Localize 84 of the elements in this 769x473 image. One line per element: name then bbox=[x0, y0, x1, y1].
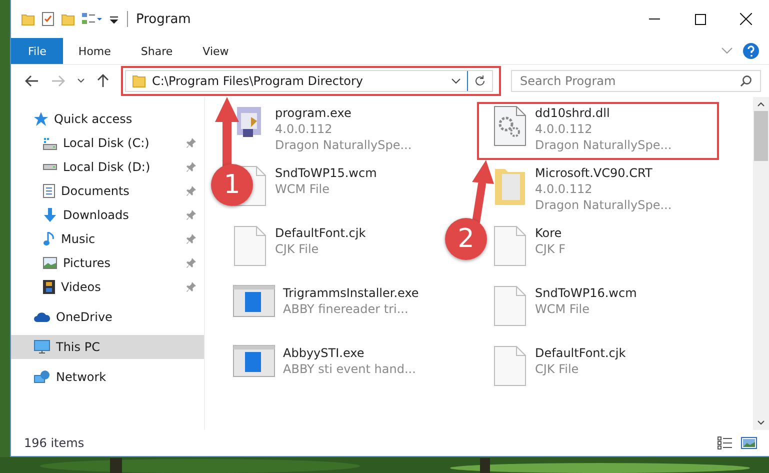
step-badge: 2 bbox=[445, 218, 487, 260]
help-icon[interactable] bbox=[743, 43, 759, 59]
file-detail: CJK File bbox=[535, 361, 580, 377]
details-view-icon[interactable] bbox=[717, 436, 733, 450]
nav-item[interactable]: Pictures bbox=[11, 251, 204, 275]
nav-item[interactable]: This PC bbox=[11, 335, 204, 359]
blank-file-icon bbox=[493, 345, 527, 387]
blank-file-icon bbox=[233, 225, 267, 267]
pictures-icon bbox=[43, 257, 57, 269]
file-name: SndToWP15.wcm bbox=[275, 165, 377, 181]
file-name: dd10shrd.dll bbox=[535, 105, 611, 121]
search-icon bbox=[740, 75, 752, 87]
large-icons-view-icon[interactable] bbox=[741, 436, 757, 450]
nav-item[interactable]: Local Disk (C:) bbox=[11, 131, 204, 155]
cloud-icon bbox=[34, 311, 50, 323]
file-name: program.exe bbox=[275, 105, 352, 121]
file-name: AbbyySTI.exe bbox=[283, 345, 366, 361]
item-count: 196 items bbox=[24, 436, 84, 450]
up-arrow-icon[interactable] bbox=[97, 74, 109, 88]
folder-icon bbox=[132, 74, 146, 88]
nav-item[interactable]: Local Disk (D:) bbox=[11, 155, 204, 179]
monitor-icon bbox=[34, 340, 50, 354]
installer-window-icon bbox=[233, 345, 275, 377]
blank-file-icon bbox=[493, 225, 527, 267]
window-title: Program bbox=[136, 12, 191, 26]
file-name: DefaultFont.cjk bbox=[275, 225, 366, 241]
download-arrow-icon bbox=[43, 208, 57, 222]
file-detail: Dragon NaturallySpe... bbox=[535, 137, 672, 153]
file-detail: 4.0.0.112 bbox=[275, 121, 334, 137]
file-detail: WCM File bbox=[535, 301, 590, 317]
ribbon-tab[interactable]: Share bbox=[126, 38, 188, 64]
file-name: TrigrammsInstaller.exe bbox=[283, 285, 419, 301]
step-badge: 1 bbox=[211, 164, 253, 206]
file-detail: WCM File bbox=[275, 181, 330, 197]
star-icon bbox=[34, 112, 48, 126]
file-name: Kore bbox=[535, 225, 563, 241]
annotation-arrow bbox=[472, 160, 494, 226]
nav-item[interactable]: Network bbox=[11, 365, 204, 389]
file-detail: Dragon NaturallySpe... bbox=[275, 137, 412, 153]
nav-item[interactable]: OneDrive bbox=[11, 305, 204, 329]
refresh-icon[interactable] bbox=[474, 75, 486, 87]
nav-item[interactable]: Videos bbox=[11, 275, 204, 299]
nav-item[interactable]: Documents bbox=[11, 179, 204, 203]
scrollbar[interactable] bbox=[753, 97, 769, 430]
installer-window-icon bbox=[233, 285, 275, 317]
view-icon[interactable] bbox=[81, 12, 103, 26]
file-name: Microsoft.VC90.CRT bbox=[535, 165, 654, 181]
dropdown-caret-icon[interactable] bbox=[77, 78, 85, 84]
ribbon-tab[interactable]: File bbox=[11, 38, 64, 64]
scroll-down-icon[interactable] bbox=[757, 420, 765, 426]
nav-item[interactable]: Quick access bbox=[11, 107, 204, 131]
file-detail: ABBY finereader tri... bbox=[283, 301, 410, 317]
address-bar[interactable]: C:\Program Files\Program Directory bbox=[125, 70, 493, 92]
file-detail: Dragon NaturallySpe... bbox=[535, 197, 672, 213]
minimize-icon[interactable] bbox=[648, 18, 660, 20]
film-icon bbox=[43, 280, 55, 294]
drive-icon bbox=[43, 136, 57, 150]
nav-item[interactable]: Downloads bbox=[11, 203, 204, 227]
blank-file-icon bbox=[493, 285, 527, 327]
music-note-icon bbox=[43, 232, 55, 246]
drive-icon bbox=[43, 164, 57, 170]
back-arrow-icon[interactable] bbox=[25, 75, 39, 87]
chevron-icon[interactable] bbox=[721, 47, 733, 55]
ribbon-tab[interactable]: Home bbox=[63, 38, 126, 64]
scrollbar-thumb[interactable] bbox=[754, 111, 768, 161]
nav-item[interactable]: Music bbox=[11, 227, 204, 251]
scroll-up-icon[interactable] bbox=[757, 101, 765, 107]
close-icon[interactable] bbox=[740, 13, 752, 25]
ribbon-tab[interactable]: View bbox=[188, 38, 244, 64]
file-detail: ABBY sti event hand... bbox=[283, 361, 416, 377]
file-detail: 4.0.0.112 bbox=[535, 121, 594, 137]
file-name: SndToWP16.wcm bbox=[535, 285, 637, 301]
properties-icon[interactable] bbox=[41, 11, 55, 27]
file-name: DefaultFont.cjk bbox=[535, 345, 626, 361]
file-detail: CJK File bbox=[275, 241, 320, 257]
network-icon bbox=[34, 370, 50, 384]
gear-file-icon bbox=[493, 105, 527, 147]
file-detail: CJK F bbox=[535, 241, 566, 257]
maximize-icon[interactable] bbox=[694, 14, 706, 24]
file-detail: 4.0.0.112 bbox=[535, 181, 594, 197]
address-path: C:\Program Files\Program Directory bbox=[152, 74, 364, 88]
dropdown-caret-icon[interactable] bbox=[451, 78, 461, 84]
search-field[interactable]: Search Program bbox=[511, 70, 761, 92]
document-icon bbox=[43, 184, 55, 198]
